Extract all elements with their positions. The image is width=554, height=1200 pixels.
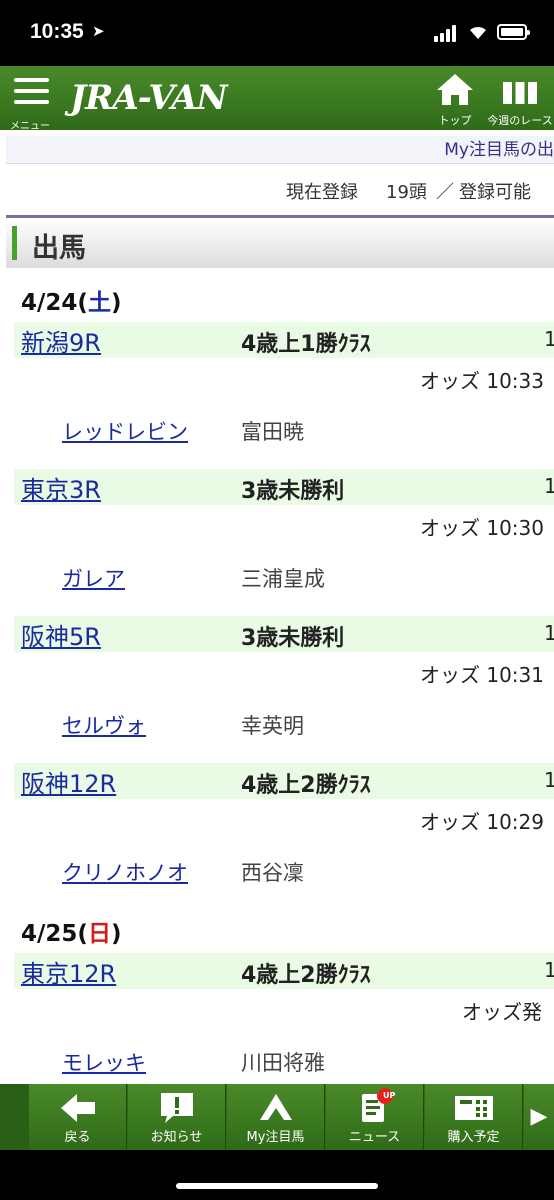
race-row: 新潟9R 4歳上1勝ｸﾗｽ 1 (14, 322, 554, 358)
race-class: 3歳未勝利 (241, 626, 345, 651)
my-horses-icon (227, 1084, 324, 1126)
menu-button[interactable]: メニュー (10, 74, 56, 132)
this-week-races-button[interactable]: 今週のレース (486, 72, 554, 128)
this-week-label: 今週のレース (487, 114, 553, 127)
horse-link[interactable]: レッドレビン (62, 416, 188, 446)
race-number: 1 (544, 327, 554, 351)
wifi-icon (470, 26, 486, 39)
ticket-icon (425, 1084, 522, 1126)
race-number: 1 (544, 958, 554, 982)
columns-icon (503, 82, 537, 104)
race-class: 4歳上2勝ｸﾗｽ (241, 963, 371, 988)
toolbar-scroll-left[interactable] (0, 1084, 29, 1150)
notice-icon (128, 1084, 225, 1126)
news-icon: UP (326, 1084, 423, 1126)
battery-icon (497, 24, 530, 40)
race-link[interactable]: 東京12R (21, 954, 116, 989)
race-number: 1 (544, 474, 554, 498)
home-icon (437, 74, 473, 105)
race-class: 4歳上2勝ｸﾗｽ (241, 773, 371, 798)
home-area (0, 1150, 554, 1200)
race-date: 4/25(日) (21, 921, 122, 947)
ticker-marquee: My注目馬の出 (6, 136, 554, 164)
toolbar-scroll-right[interactable]: ▶ (524, 1084, 554, 1150)
signal-icon (434, 24, 460, 42)
odds-time: オッズ 10:31 (420, 663, 544, 687)
app-header: メニュー JRA-VAN トップ 今週のレース (0, 66, 554, 132)
my-horses-label: My注目馬 (246, 1130, 305, 1145)
back-button[interactable]: 戻る (29, 1084, 127, 1150)
horse-link[interactable]: ガレア (62, 563, 125, 593)
race-link[interactable]: 阪神12R (21, 764, 116, 799)
notice-button[interactable]: お知らせ (128, 1084, 226, 1150)
section-title: 出馬 (32, 233, 86, 264)
jockey-name: 西谷凜 (241, 861, 304, 885)
race-number: 1 (544, 768, 554, 792)
weekday: 日 (87, 921, 111, 947)
registration-label: 現在登録 (286, 182, 358, 203)
jockey-name: 川田将雅 (241, 1051, 325, 1075)
jra-van-logo[interactable]: JRA-VAN (70, 78, 228, 118)
hamburger-icon (14, 78, 49, 82)
race-row: 東京3R 3歳未勝利 1 (14, 469, 554, 505)
race-number: 1 (544, 621, 554, 645)
news-label: ニュース (348, 1130, 401, 1145)
top-label: トップ (438, 114, 472, 127)
my-horses-button[interactable]: My注目馬 (227, 1084, 325, 1150)
main-content[interactable]: My注目馬の出 現在登録 19頭 ／ 登録可能 出馬 4/24(土) 新潟9R … (0, 130, 554, 1084)
horse-link[interactable]: セルヴォ (62, 710, 146, 740)
race-link[interactable]: 東京3R (21, 470, 101, 505)
status-time: 10:35 (30, 20, 84, 43)
back-label: 戻る (64, 1130, 91, 1145)
odds-time: オッズ 10:30 (420, 516, 544, 540)
race-date: 4/24(土) (21, 290, 122, 316)
notice-label: お知らせ (150, 1130, 203, 1145)
odds-time: オッズ 10:29 (420, 810, 544, 834)
registration-available: 登録可能 (459, 182, 531, 203)
purchase-plan-label: 購入予定 (447, 1130, 500, 1145)
registration-count: 19頭 (386, 182, 427, 203)
location-icon: ➤ (92, 22, 105, 40)
jockey-name: 富田暁 (241, 420, 304, 444)
weekday: 土 (87, 290, 111, 316)
status-bar: 10:35 ➤ (0, 0, 554, 66)
race-link[interactable]: 阪神5R (21, 617, 101, 652)
odds-time: オッズ発 (462, 1000, 542, 1024)
chevron-right-icon: ▶ (530, 1104, 548, 1129)
odds-time: オッズ 10:33 (420, 369, 544, 393)
horse-link[interactable]: モレッキ (62, 1047, 146, 1077)
race-class: 3歳未勝利 (241, 479, 345, 504)
purchase-plan-button[interactable]: 購入予定 (425, 1084, 523, 1150)
race-link[interactable]: 新潟9R (21, 323, 101, 358)
race-row: 東京12R 4歳上2勝ｸﾗｽ 1 (14, 953, 554, 989)
news-button[interactable]: UP ニュース (326, 1084, 424, 1150)
race-row: 阪神12R 4歳上2勝ｸﾗｽ 1 (14, 763, 554, 799)
section-header: 出馬 (6, 218, 554, 268)
race-row: 阪神5R 3歳未勝利 1 (14, 616, 554, 652)
bottom-toolbar: 戻る お知らせ My注目馬 UP ニュース 購入予定 ▶ (0, 1084, 554, 1150)
news-badge: UP (383, 1091, 396, 1100)
race-class: 4歳上1勝ｸﾗｽ (241, 332, 371, 357)
top-button[interactable]: トップ (421, 72, 489, 128)
jockey-name: 幸英明 (241, 714, 304, 738)
home-indicator[interactable] (176, 1183, 378, 1189)
jockey-name: 三浦皇成 (241, 567, 325, 591)
horse-link[interactable]: クリノホノオ (62, 857, 188, 887)
registration-separator: ／ (436, 182, 454, 203)
back-arrow-icon (29, 1084, 126, 1126)
